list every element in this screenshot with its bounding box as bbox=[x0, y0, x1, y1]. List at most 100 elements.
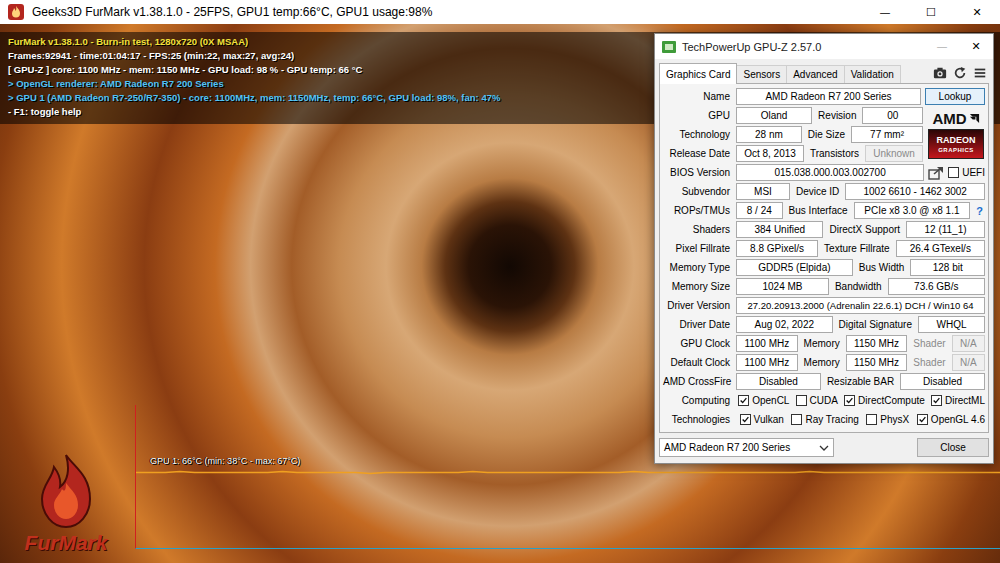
field-label: Technologies bbox=[663, 412, 732, 427]
close-button[interactable]: ✕ bbox=[959, 34, 993, 59]
checkbox-label: UEFI bbox=[962, 165, 985, 180]
value-field: Oct 8, 2013 bbox=[736, 145, 804, 162]
refresh-icon[interactable] bbox=[953, 66, 967, 80]
tab[interactable]: Graphics Card bbox=[659, 63, 737, 84]
gpuz-title-bar: TechPowerUp GPU-Z 2.57.0—✕ bbox=[655, 34, 993, 59]
chevron-down-icon bbox=[819, 445, 829, 451]
value-field: 1002 6610 - 1462 3002 bbox=[845, 183, 985, 200]
check-icon bbox=[845, 396, 854, 405]
radeon-text: RADEON bbox=[936, 135, 975, 146]
share-icon[interactable] bbox=[928, 166, 944, 180]
info-row: Computing OpenCL CUDA DirectCompute DirectML bbox=[663, 392, 985, 409]
camera-icon[interactable] bbox=[933, 66, 947, 80]
info-row: Shaders384 UnifiedDirectX Support12 (11_… bbox=[663, 221, 985, 238]
gpuz-window-controls: —✕ bbox=[925, 34, 993, 59]
checkbox-label: DirectML bbox=[945, 393, 985, 408]
value-field: GDDR5 (Elpida) bbox=[736, 259, 853, 276]
value-field: N/A bbox=[952, 335, 985, 352]
value-field: WHQL bbox=[918, 316, 985, 333]
check-icon bbox=[739, 396, 748, 405]
field-label: Pixel Fillrate bbox=[663, 241, 732, 256]
info-row: Name AMD Radeon R7 200 SeriesLookup bbox=[663, 88, 985, 105]
value-field: 8.8 GPixel/s bbox=[736, 240, 818, 257]
field-label: AMD CrossFire bbox=[663, 374, 732, 389]
graphics-card-panel: Name AMD Radeon R7 200 SeriesLookupGPUOla… bbox=[659, 83, 989, 433]
checkbox[interactable]: PhysX bbox=[866, 412, 909, 427]
menu-icon[interactable] bbox=[973, 66, 987, 80]
lookup-button[interactable]: Lookup bbox=[925, 88, 985, 105]
minimize-button[interactable]: — bbox=[925, 34, 959, 59]
checkbox[interactable]: DirectML bbox=[931, 393, 985, 408]
info-row: Technologies Vulkan Ray Tracing PhysX OpenGL… bbox=[663, 411, 985, 428]
value-field: MSI bbox=[736, 183, 790, 200]
info-row: Technology28 nmDie Size77 mm² bbox=[663, 126, 923, 143]
checkbox-label: PhysX bbox=[880, 412, 909, 427]
field-label: Memory bbox=[802, 336, 842, 351]
checkbox[interactable]: Vulkan bbox=[740, 412, 784, 427]
info-row: BIOS Version015.038.000.003.002700UEFI bbox=[663, 164, 985, 181]
title-bar: Geeks3D FurMark v1.38.1.0 - 25FPS, GPU1 … bbox=[0, 0, 1000, 24]
value-field: AMD Radeon R7 200 Series bbox=[736, 88, 921, 105]
checkbox-box[interactable] bbox=[740, 414, 751, 425]
checkbox[interactable]: DirectCompute bbox=[844, 393, 925, 408]
checkbox[interactable]: Ray Tracing bbox=[791, 412, 858, 427]
value-field: 128 bit bbox=[910, 259, 985, 276]
info-row: Driver DateAug 02, 2022Digital Signature… bbox=[663, 316, 985, 333]
checkbox-label: Vulkan bbox=[754, 412, 784, 427]
checkbox-box[interactable] bbox=[796, 395, 807, 406]
value-field: 1024 MB bbox=[736, 278, 829, 295]
value-field: Oland bbox=[736, 107, 812, 124]
value-field: 1150 MHz bbox=[846, 354, 908, 371]
value-field: 015.038.000.003.002700 bbox=[736, 164, 924, 181]
checkbox-box[interactable] bbox=[844, 395, 855, 406]
value-field: Disabled bbox=[736, 373, 821, 390]
field-label: Bandwidth bbox=[833, 279, 884, 294]
checkbox-box[interactable] bbox=[948, 167, 959, 178]
value-field: 12 (11_1) bbox=[906, 221, 985, 238]
value-field: Unknown bbox=[865, 145, 923, 162]
value-field: 77 mm² bbox=[851, 126, 923, 143]
minimize-button[interactable]: — bbox=[862, 0, 908, 24]
maximize-button[interactable]: ☐ bbox=[908, 0, 954, 24]
tab[interactable]: Validation bbox=[844, 65, 901, 83]
checkbox-box[interactable] bbox=[791, 414, 802, 425]
field-label: Name bbox=[663, 89, 732, 104]
field-label: Texture Fillrate bbox=[822, 241, 892, 256]
tab[interactable]: Advanced bbox=[786, 65, 844, 83]
row-list: BIOS Version015.038.000.003.002700UEFISu… bbox=[663, 164, 985, 428]
toolbar bbox=[933, 66, 989, 80]
gpuz-window-title: TechPowerUp GPU-Z 2.57.0 bbox=[682, 41, 925, 53]
value-field: 73.6 GB/s bbox=[888, 278, 985, 295]
checkbox[interactable]: OpenCL bbox=[738, 393, 789, 408]
tab[interactable]: Sensors bbox=[736, 65, 787, 83]
checkbox-label: Ray Tracing bbox=[805, 412, 858, 427]
checkbox-box[interactable] bbox=[866, 414, 877, 425]
field-label: Computing bbox=[663, 393, 732, 408]
checkbox-box[interactable] bbox=[738, 395, 749, 406]
field-label: GPU Clock bbox=[663, 336, 732, 351]
row-group: BIOS Version015.038.000.003.002700UEFISu… bbox=[663, 164, 985, 428]
radeon-badge: RADEONGRAPHICS bbox=[928, 129, 984, 159]
field-label: Driver Date bbox=[663, 317, 732, 332]
checkbox[interactable]: UEFI bbox=[948, 165, 985, 180]
gpu-dropdown[interactable]: AMD Radeon R7 200 Series bbox=[659, 438, 834, 457]
checkbox[interactable]: OpenGL 4.6 bbox=[917, 412, 985, 427]
field-label: Memory Size bbox=[663, 279, 732, 294]
close-button[interactable]: Close bbox=[917, 438, 989, 457]
help-link[interactable]: ? bbox=[974, 205, 985, 217]
value-field: 1150 MHz bbox=[846, 335, 908, 352]
field-label: Die Size bbox=[806, 127, 847, 142]
row-list: GPUOlandRevision00Technology28 nmDie Siz… bbox=[663, 107, 923, 162]
checkbox[interactable]: CUDA bbox=[796, 393, 838, 408]
info-row: Memory Size 1024 MB Bandwidth 73.6 GB/s bbox=[663, 278, 985, 295]
info-row: Default Clock1100 MHzMemory1150 MHzShade… bbox=[663, 354, 985, 371]
furmark-app-icon bbox=[8, 4, 24, 20]
checkbox-box[interactable] bbox=[931, 395, 942, 406]
close-button[interactable]: ✕ bbox=[954, 0, 1000, 24]
furmark-logo: FurMark bbox=[6, 453, 126, 555]
info-row: GPU Clock1100 MHzMemory1150 MHzShaderN/A bbox=[663, 335, 985, 352]
value-field: Disabled bbox=[900, 373, 985, 390]
checkbox-box[interactable] bbox=[917, 414, 928, 425]
amd-wordmark: AMD bbox=[932, 111, 979, 127]
graphics-text: GRAPHICS bbox=[938, 146, 974, 154]
